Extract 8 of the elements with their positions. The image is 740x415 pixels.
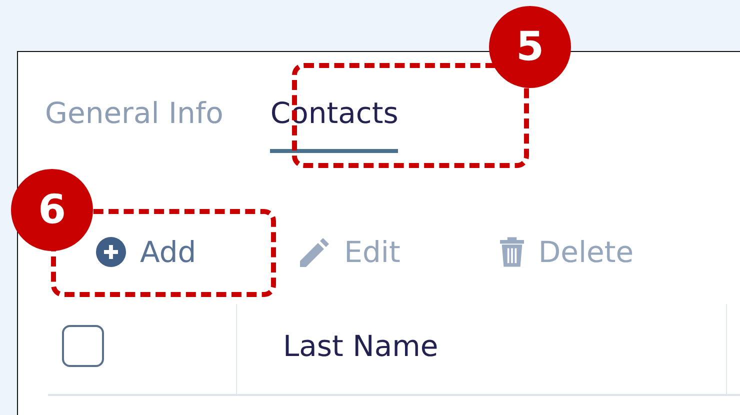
column-header[interactable]: Last Name	[236, 304, 727, 394]
tab[interactable]: General Info	[45, 93, 224, 153]
step-badge: 5	[489, 6, 571, 88]
tab[interactable]: Contacts	[270, 93, 398, 153]
checkbox[interactable]	[62, 325, 104, 367]
toolbar-button[interactable]: Add	[96, 232, 196, 272]
trash-icon	[500, 237, 524, 267]
plus-circle-icon	[96, 237, 126, 267]
